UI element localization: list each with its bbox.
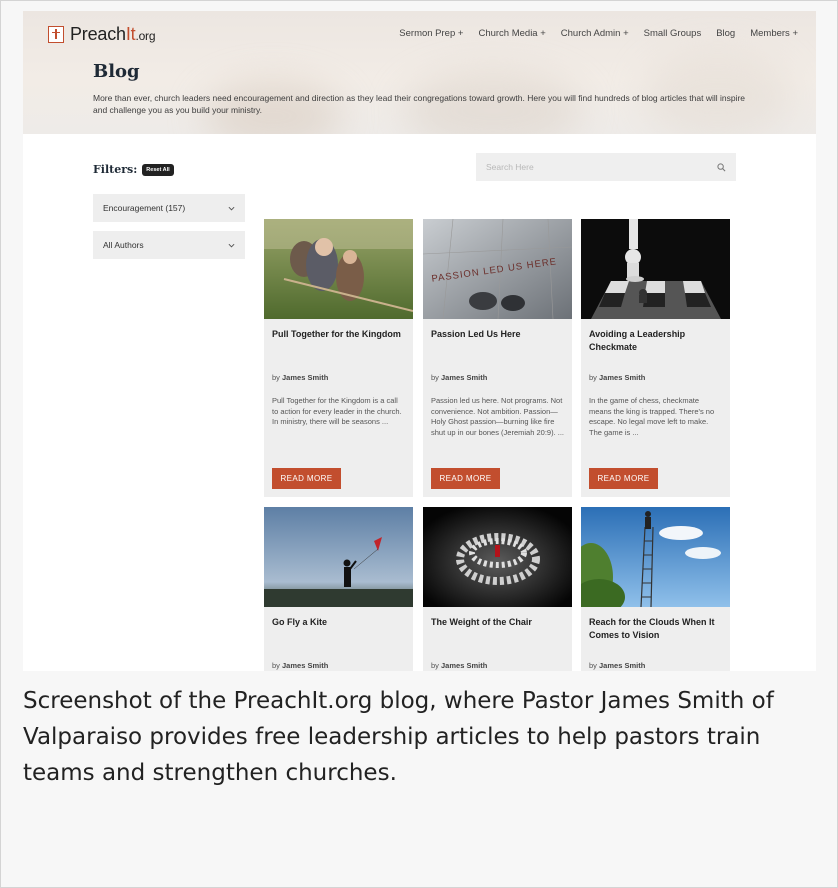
post-image-tug-of-war[interactable] [264,219,413,319]
post-author: by James Smith [589,661,646,670]
blog-screenshot: PreachIt.org Sermon Prep + Church Media … [23,11,816,671]
author-filter-value: All Authors [103,240,144,250]
category-filter-value: Encouragement (157) [103,203,186,213]
post-card[interactable]: Pull Together for the Kingdom by James S… [264,219,413,497]
search-icon[interactable] [717,162,726,172]
bible-cross-icon [48,25,64,43]
post-card[interactable]: PASSION LED US HERE Passion Led Us Here … [423,219,572,497]
chevron-down-icon [228,206,235,210]
post-author: by James Smith [272,373,329,382]
reset-all-button[interactable]: Reset All [142,163,174,176]
post-author: by James Smith [431,661,488,670]
page-intro: More than ever, church leaders need enco… [93,93,746,115]
nav-item-church-media[interactable]: Church Media + [478,28,545,39]
post-card[interactable]: Reach for the Clouds When It Comes to Vi… [581,507,730,671]
nav-item-church-admin[interactable]: Church Admin + [561,28,629,39]
post-author: by James Smith [431,373,488,382]
post-image-ladder-clouds[interactable] [581,507,730,607]
nav-item-blog[interactable]: Blog [716,28,735,39]
post-card[interactable]: Avoiding a Leadership Checkmate by James… [581,219,730,497]
category-filter-dropdown[interactable]: Encouragement (157) [93,194,245,222]
screenshot-frame: PreachIt.org Sermon Prep + Church Media … [0,0,838,888]
nav-item-members[interactable]: Members + [750,28,798,39]
nav-item-sermon-prep[interactable]: Sermon Prep + [399,28,463,39]
main-nav: Sermon Prep + Church Media + Church Admi… [399,28,798,39]
post-excerpt: Passion led us here. Not programs. Not c… [431,396,564,437]
post-image-chair[interactable] [423,507,572,607]
page-title: Blog [93,61,140,82]
chevron-down-icon [228,243,235,247]
screenshot-caption: Screenshot of the PreachIt.org blog, whe… [23,688,774,786]
nav-item-small-groups[interactable]: Small Groups [644,28,702,39]
filters-heading: Filters: [93,163,138,176]
post-title[interactable]: Pull Together for the Kingdom [272,328,406,341]
post-title[interactable]: Passion Led Us Here [431,328,565,341]
post-excerpt: In the game of chess, checkmate means th… [589,396,715,437]
read-more-button[interactable]: READ MORE [272,468,341,489]
post-image-passion[interactable]: PASSION LED US HERE [423,219,572,319]
logo-wordmark: PreachIt.org [70,23,156,44]
post-author: by James Smith [589,373,646,382]
post-author: by James Smith [272,661,329,670]
header-banner: PreachIt.org Sermon Prep + Church Media … [23,11,816,134]
search-input[interactable]: Search Here [486,162,534,172]
post-card[interactable]: The Weight of the Chair by James Smith [423,507,572,671]
search-box[interactable]: Search Here [476,153,736,181]
post-title[interactable]: Go Fly a Kite [272,616,406,629]
post-title[interactable]: Avoiding a Leadership Checkmate [589,328,723,354]
read-more-button[interactable]: READ MORE [431,468,500,489]
post-card[interactable]: Go Fly a Kite by James Smith [264,507,413,671]
read-more-button[interactable]: READ MORE [589,468,658,489]
post-title[interactable]: The Weight of the Chair [431,616,565,629]
post-image-chess[interactable] [581,219,730,319]
site-logo[interactable]: PreachIt.org [48,23,156,44]
post-excerpt: Pull Together for the Kingdom is a call … [272,396,402,426]
post-image-kite[interactable] [264,507,413,607]
filters-label: Filters: Reset All [93,163,174,176]
post-title[interactable]: Reach for the Clouds When It Comes to Vi… [589,616,723,642]
author-filter-dropdown[interactable]: All Authors [93,231,245,259]
